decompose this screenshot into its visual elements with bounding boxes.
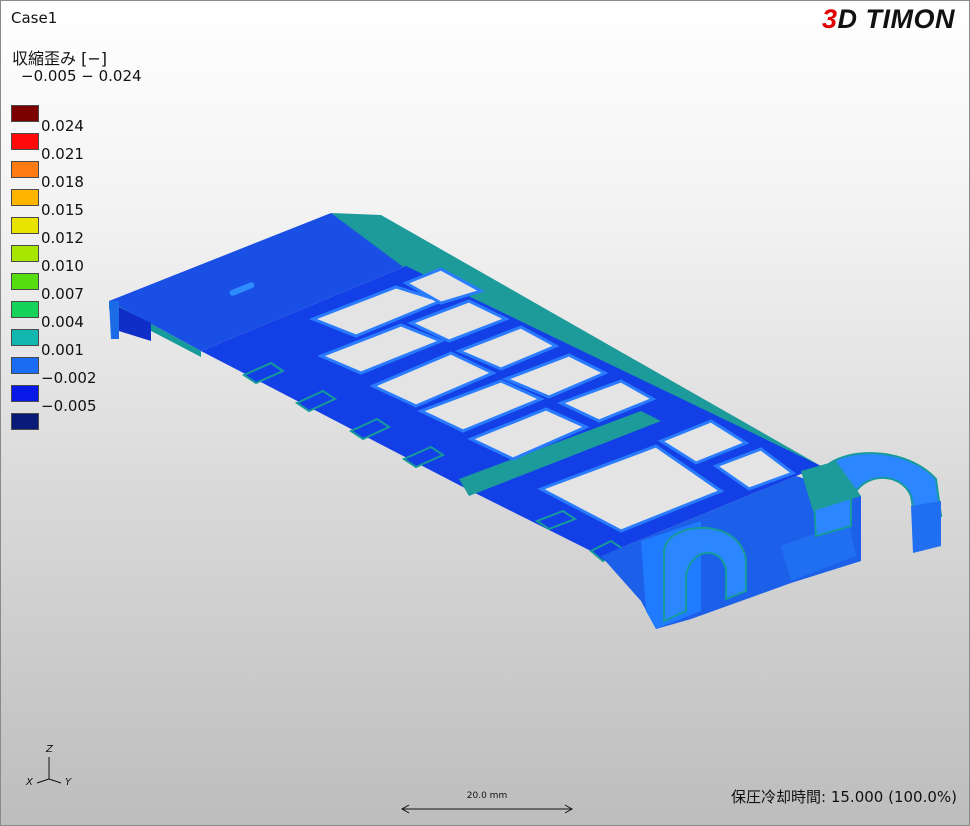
legend-swatch-9 <box>11 357 39 374</box>
result-range: −0.005 − 0.024 <box>21 67 142 85</box>
scale-bar: 20.0 mm <box>399 791 575 817</box>
axis-x-label: X <box>25 777 34 788</box>
result-name: 収縮歪み [−] <box>12 49 107 68</box>
legend-label-5: 0.010 <box>41 257 84 275</box>
cooling-time-status: 保圧冷却時間: 15.000 (100.0%) <box>731 788 957 806</box>
axis-z-label: Z <box>45 744 54 755</box>
axis-y-label: Y <box>65 777 72 788</box>
rear-tab <box>911 501 941 553</box>
legend-swatch-7 <box>11 301 39 318</box>
legend-label-7: 0.004 <box>41 313 84 331</box>
logo-prefix: 3 <box>821 4 838 34</box>
logo-suffix: D TIMON <box>837 4 955 34</box>
legend-swatch-11 <box>11 413 39 430</box>
legend-swatch-10 <box>11 385 39 402</box>
legend-swatch-5 <box>11 245 39 262</box>
legend-swatch-1 <box>11 133 39 150</box>
legend-swatch-0 <box>11 105 39 122</box>
scale-arrow <box>400 804 574 814</box>
legend-label-1: 0.021 <box>41 145 84 163</box>
legend-swatch-6 <box>11 273 39 290</box>
axis-triad: Z X Y <box>25 744 72 788</box>
legend-label-0: 0.024 <box>41 117 84 135</box>
legend-swatch-8 <box>11 329 39 346</box>
legend-swatch-4 <box>11 217 39 234</box>
legend-swatch-2 <box>11 161 39 178</box>
legend-label-8: 0.001 <box>41 341 84 359</box>
app-logo: 3D TIMON <box>822 4 955 35</box>
legend-label-6: 0.007 <box>41 285 84 303</box>
legend-label-3: 0.015 <box>41 201 84 219</box>
plate-left-wall <box>109 301 119 339</box>
result-viewport[interactable]: Case1 3D TIMON 収縮歪み [−] −0.005 − 0.024 0… <box>0 0 970 826</box>
legend-label-10: −0.005 <box>41 397 97 415</box>
legend-label-2: 0.018 <box>41 173 84 191</box>
legend-label-4: 0.012 <box>41 229 84 247</box>
case-title: Case1 <box>11 9 58 27</box>
legend-swatch-3 <box>11 189 39 206</box>
legend-label-9: −0.002 <box>41 369 97 387</box>
part-3d-model[interactable] <box>1 1 969 825</box>
